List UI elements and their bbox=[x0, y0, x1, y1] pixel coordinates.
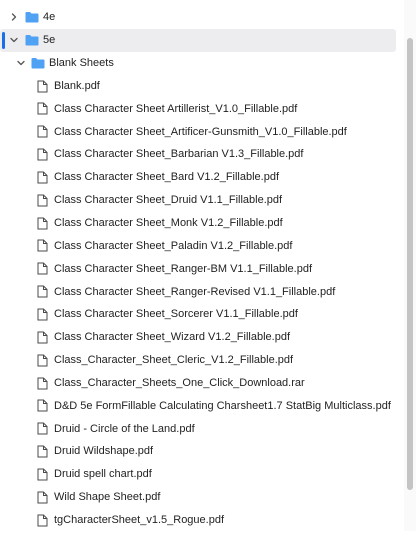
tree-item-file[interactable]: Class Character Sheet_Sorcerer V1.1_Fill… bbox=[0, 303, 404, 326]
tree-item-label: Blank.pdf bbox=[54, 79, 100, 92]
tree-item-label: Class Character Sheet_Bard V1.2_Fillable… bbox=[54, 171, 280, 184]
tree-item-file[interactable]: Druid - Circle of the Land.pdf bbox=[0, 417, 404, 440]
file-icon bbox=[37, 445, 48, 458]
tree-item-file[interactable]: Class Character Sheet_Wizard V1.2_Fillab… bbox=[0, 326, 404, 349]
file-icon bbox=[37, 377, 48, 390]
tree-item-label: Class Character Sheet_Ranger-Revised V1.… bbox=[54, 285, 336, 298]
file-icon bbox=[37, 514, 48, 527]
tree-item-file[interactable]: Class Character Sheet_Bard V1.2_Fillable… bbox=[0, 166, 404, 189]
tree-item-file[interactable]: Class Character Sheet_Ranger-BM V1.1_Fil… bbox=[0, 257, 404, 280]
tree-item-file[interactable]: Class Character Sheet_Barbarian V1.3_Fil… bbox=[0, 143, 404, 166]
tree-item-file[interactable]: Class Character Sheet_Druid V1.1_Fillabl… bbox=[0, 189, 404, 212]
folder-icon bbox=[25, 34, 39, 46]
tree-item-folder-5e[interactable]: 5e bbox=[0, 28, 396, 52]
tree-item-file[interactable]: Class Character Sheet_Paladin V1.2_Filla… bbox=[0, 234, 404, 257]
folder-icon bbox=[25, 11, 39, 23]
tree-item-label: Class Character Sheet_Artificer-Gunsmith… bbox=[54, 125, 347, 138]
tree-item-label: Class Character Sheet_Monk V1.2_Fillable… bbox=[54, 217, 283, 230]
file-icon bbox=[37, 399, 48, 412]
tree-item-file[interactable]: tgCharacterSheet_v1.5_Rogue.pdf bbox=[0, 509, 404, 532]
tree-item-label: 4e bbox=[43, 11, 56, 24]
tree-item-file[interactable]: Druid spell chart.pdf bbox=[0, 463, 404, 486]
tree-item-label: Class Character Sheet_Paladin V1.2_Filla… bbox=[54, 239, 293, 252]
tree-item-label: Class Character Sheet_Druid V1.1_Fillabl… bbox=[54, 194, 283, 207]
chevron-down-icon[interactable] bbox=[9, 35, 19, 45]
tree-item-label: 5e bbox=[43, 34, 56, 47]
selection-indicator bbox=[2, 31, 5, 49]
tree-item-file[interactable]: Class Character Sheet_Ranger-Revised V1.… bbox=[0, 280, 404, 303]
tree-item-file[interactable]: Class_Character_Sheet_Cleric_V1.2_Fillab… bbox=[0, 349, 404, 372]
tree-item-file[interactable]: D&D 5e FormFillable Calculating Charshee… bbox=[0, 394, 404, 417]
tree-item-label: Class_Character_Sheets_One_Click_Downloa… bbox=[54, 376, 305, 389]
tree-item-label: D&D 5e FormFillable Calculating Charshee… bbox=[54, 399, 391, 412]
tree-item-label: Class Character Sheet_Ranger-BM V1.1_Fil… bbox=[54, 262, 313, 275]
tree-item-label: Blank Sheets bbox=[49, 57, 114, 70]
file-icon bbox=[37, 194, 48, 207]
file-icon bbox=[37, 239, 48, 252]
file-icon bbox=[37, 125, 48, 138]
tree-item-label: Class Character Sheet Artillerist_V1.0_F… bbox=[54, 102, 298, 115]
file-icon bbox=[37, 217, 48, 230]
tree-item-label: Druid spell chart.pdf bbox=[54, 468, 152, 481]
tree-item-folder-4e[interactable]: 4e bbox=[0, 6, 404, 29]
tree-item-folder-blank-sheets[interactable]: Blank Sheets bbox=[0, 52, 404, 75]
file-icon bbox=[37, 422, 48, 435]
file-icon bbox=[37, 285, 48, 298]
tree-item-label: Druid Wildshape.pdf bbox=[54, 445, 154, 458]
file-icon bbox=[37, 171, 48, 184]
tree-item-label: Class Character Sheet_Sorcerer V1.1_Fill… bbox=[54, 308, 298, 321]
tree-item-file[interactable]: Wild Shape Sheet.pdf bbox=[0, 486, 404, 509]
tree-item-label: Class Character Sheet_Barbarian V1.3_Fil… bbox=[54, 148, 304, 161]
tree-item-label: Class_Character_Sheet_Cleric_V1.2_Fillab… bbox=[54, 354, 294, 367]
file-icon bbox=[37, 148, 48, 161]
chevron-down-icon[interactable] bbox=[16, 58, 26, 68]
file-icon bbox=[37, 331, 48, 344]
scrollbar-track[interactable] bbox=[404, 0, 416, 531]
tree-item-label: Wild Shape Sheet.pdf bbox=[54, 491, 161, 504]
tree-item-file[interactable]: Class Character Sheet_Artificer-Gunsmith… bbox=[0, 120, 404, 143]
file-icon bbox=[37, 80, 48, 93]
file-icon bbox=[37, 491, 48, 504]
file-icon bbox=[37, 468, 48, 481]
file-icon bbox=[37, 262, 48, 275]
file-icon bbox=[37, 308, 48, 321]
tree-item-label: Class Character Sheet_Wizard V1.2_Fillab… bbox=[54, 331, 291, 344]
tree-item-file[interactable]: Class Character Sheet Artillerist_V1.0_F… bbox=[0, 97, 404, 120]
file-tree: 4e 5e Blank Sheets Blank.pdf Class Charac… bbox=[0, 0, 404, 537]
tree-item-label: tgCharacterSheet_v1.5_Rogue.pdf bbox=[54, 513, 225, 526]
folder-icon bbox=[31, 57, 45, 69]
scrollbar-thumb[interactable] bbox=[407, 38, 413, 490]
file-icon bbox=[37, 102, 48, 115]
tree-item-file[interactable]: Blank.pdf bbox=[0, 75, 404, 98]
tree-item-file[interactable]: Class_Character_Sheets_One_Click_Downloa… bbox=[0, 372, 404, 395]
tree-item-label: Druid - Circle of the Land.pdf bbox=[54, 422, 195, 435]
chevron-right-icon[interactable] bbox=[9, 12, 19, 22]
file-list: Blank.pdf Class Character Sheet Artilleri… bbox=[0, 75, 404, 532]
tree-item-file[interactable]: Druid Wildshape.pdf bbox=[0, 440, 404, 463]
tree-item-file[interactable]: Class Character Sheet_Monk V1.2_Fillable… bbox=[0, 212, 404, 235]
file-icon bbox=[37, 354, 48, 367]
